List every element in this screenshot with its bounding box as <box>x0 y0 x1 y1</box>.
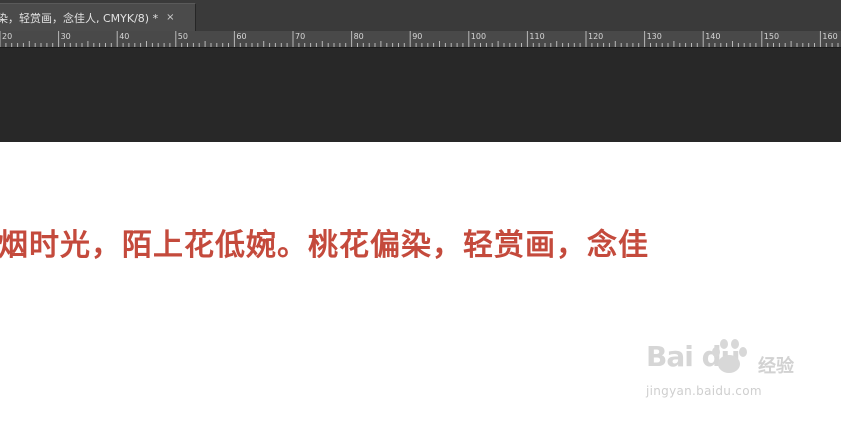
close-icon[interactable]: × <box>166 12 174 23</box>
watermark-url: jingyan.baidu.com <box>646 384 762 398</box>
ruler-label: 140 <box>705 32 721 41</box>
ruler-label: 110 <box>529 32 545 41</box>
ruler-label: 90 <box>412 32 423 41</box>
ruler-label: 150 <box>763 32 780 41</box>
ruler-label: 60 <box>236 32 247 41</box>
ruler-label: 100 <box>470 32 487 41</box>
document-canvas[interactable]: 烟时光，陌上花低婉。桃花偏染，轻赏画，念佳 Bai du 经验 jingyan.… <box>0 142 841 425</box>
watermark-product-text: 经验 <box>758 356 794 377</box>
document-tab-title: 染，轻赏画，念佳人, CMYK/8) * <box>0 11 159 25</box>
baidu-jingyan-watermark: Bai du 经验 jingyan.baidu.com <box>646 339 806 410</box>
ruler-label: 40 <box>119 32 130 41</box>
canvas-text-layer: 烟时光，陌上花低婉。桃花偏染，轻赏画，念佳 <box>0 228 649 263</box>
document-tab[interactable]: 染，轻赏画，念佳人, CMYK/8) * × <box>0 3 196 31</box>
paw-icon <box>712 339 747 373</box>
ruler-label: 50 <box>177 32 188 41</box>
ruler-label: 120 <box>588 32 604 41</box>
photoshop-workspace: 染，轻赏画，念佳人, CMYK/8) * × 20 30 40 50 60 70 80 90 1… <box>0 0 841 425</box>
pasteboard-area <box>0 48 841 142</box>
ruler-label: 20 <box>2 32 13 41</box>
ruler-label: 80 <box>353 32 364 41</box>
ruler-label: 130 <box>646 32 662 41</box>
document-tab-bar: 染，轻赏画，念佳人, CMYK/8) * × <box>0 0 841 32</box>
ruler-label: 160 <box>822 32 838 41</box>
ruler-label: 70 <box>295 32 306 41</box>
horizontal-ruler[interactable]: 20 30 40 50 60 70 80 90 100 110 120 130 140 150 160 <box>0 31 841 48</box>
ruler-label: 30 <box>60 32 71 41</box>
